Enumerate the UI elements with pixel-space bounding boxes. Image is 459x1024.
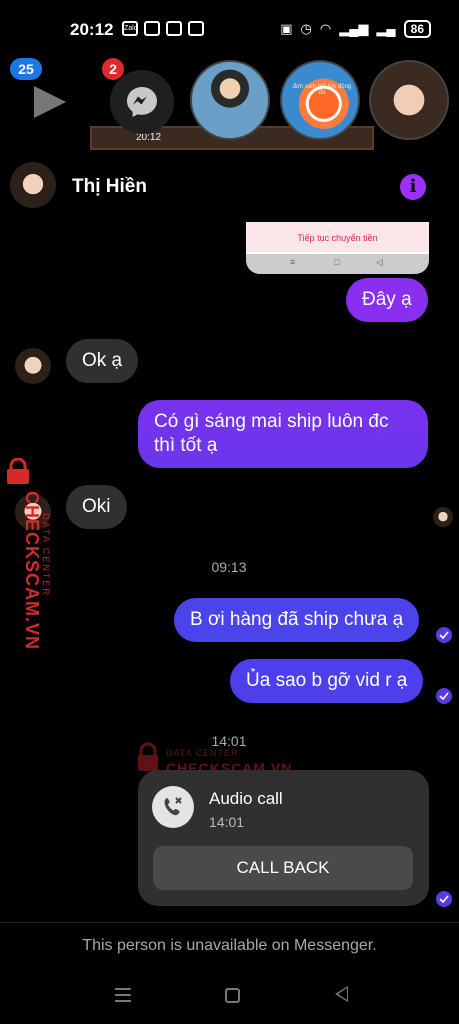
missed-call-card: Audio call 14:01 CALL BACK: [138, 770, 429, 906]
unread-badge-messenger: 2: [102, 58, 124, 80]
back-icon: ◁: [376, 257, 383, 267]
message-timestamp: 09:13: [211, 559, 247, 575]
message-incoming[interactable]: Ok ạ: [66, 339, 139, 383]
image-message[interactable]: Tiếp tục chuyển tiền ≡ □ ◁: [246, 222, 429, 274]
image-message-navbar: ≡ □ ◁: [246, 254, 429, 274]
home-button[interactable]: [225, 988, 240, 1003]
chat-head-caption: đơn cam trái lực đồng đa: [292, 84, 352, 96]
status-bar: 20:12 Zalo ▣ ◷ ◠ ▂▄▆ ▂▄ 86: [0, 0, 459, 58]
messenger-icon: [127, 87, 157, 117]
system-icons: ▣ ◷ ◠ ▂▄▆ ▂▄ 86: [280, 20, 431, 38]
pinwheel-icon: [166, 21, 182, 36]
message-outgoing[interactable]: B ơi hàng đã ship chưa ạ: [174, 598, 420, 642]
back-button[interactable]: [335, 986, 348, 1002]
chat-head-avatar-1[interactable]: [190, 60, 270, 140]
message-incoming[interactable]: Oki: [66, 485, 127, 529]
play-icon[interactable]: [34, 86, 66, 118]
unread-badge-left: 25: [10, 58, 42, 80]
chat-head-avatar-3[interactable]: [369, 60, 449, 140]
call-time: 14:01: [209, 814, 245, 830]
signal-icon: ▂▄▆: [339, 21, 369, 36]
sender-avatar[interactable]: [15, 348, 51, 384]
notification-icons: Zalo: [122, 21, 204, 36]
message-timestamp: 14:01: [211, 733, 247, 749]
zalo-icon: Zalo: [122, 21, 138, 36]
seen-avatar: [433, 507, 453, 527]
chat-head-avatar-2[interactable]: [280, 60, 360, 140]
wifi-icon: ◠: [319, 21, 332, 36]
call-back-button[interactable]: CALL BACK: [153, 846, 413, 890]
message-outgoing[interactable]: Có gì sáng mai ship luôn đc thì tốt ạ: [138, 400, 428, 468]
menu-icon: ≡: [290, 257, 296, 267]
nfc-icon: ▣: [280, 21, 293, 36]
lock-icon: [7, 458, 29, 484]
footer-divider: [0, 922, 459, 923]
message-outgoing[interactable]: Đây ạ: [346, 278, 428, 322]
delivered-check-icon: [436, 627, 452, 643]
linkedin-icon: [188, 21, 204, 36]
home-icon: □: [334, 257, 340, 267]
watermark-sub: DATA CENTER: [166, 748, 239, 758]
messenger-chat-head[interactable]: [110, 70, 174, 134]
lock-icon: [138, 742, 158, 771]
watermark-vertical-brand: CHECKSCAM.VN: [22, 490, 43, 651]
call-title: Audio call: [209, 789, 283, 808]
delivered-check-icon: [436, 891, 452, 907]
cloud-icon: [144, 21, 160, 36]
watermark-vertical-sub: DATA CENTER: [40, 513, 51, 597]
status-time: 20:12: [70, 20, 114, 39]
message-outgoing[interactable]: Ủa sao b gỡ vid r ạ: [230, 659, 424, 703]
recent-apps-button[interactable]: [115, 988, 131, 1002]
info-icon[interactable]: i: [400, 174, 426, 200]
contact-avatar[interactable]: [10, 162, 56, 208]
delivered-check-icon: [436, 688, 452, 704]
contact-name[interactable]: Thị Hiền: [72, 176, 147, 198]
signal2-icon: ▂▄: [376, 21, 396, 36]
alarm-icon: ◷: [300, 21, 312, 36]
system-navbar: [0, 976, 459, 1024]
unavailable-notice: This person is unavailable on Messenger.: [82, 937, 377, 954]
chat-header: Thị Hiền i: [0, 158, 459, 216]
missed-call-icon: [152, 786, 194, 828]
image-message-button-text: Tiếp tục chuyển tiền: [246, 222, 429, 252]
battery-indicator: 86: [403, 20, 431, 38]
